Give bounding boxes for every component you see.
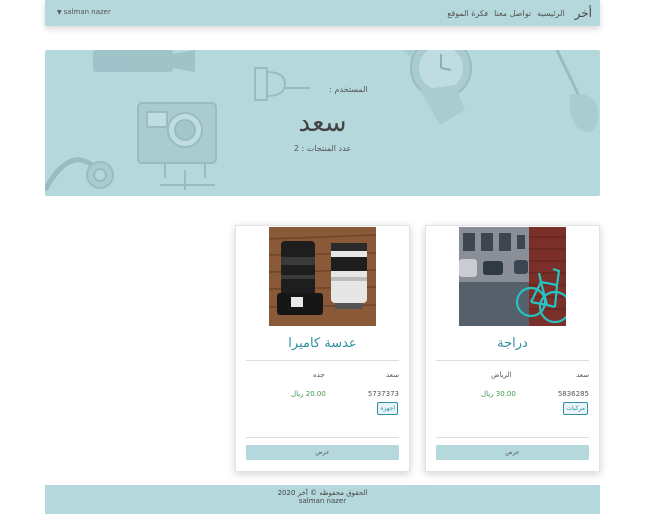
product-phone: 5836285 — [557, 390, 589, 398]
product-title[interactable]: دراجة — [426, 336, 599, 351]
card-divider — [436, 360, 589, 361]
product-card: دراجة سعد الرياض 5836285 30.00 ريال مركب… — [425, 225, 600, 472]
footer-copyright: الحقوق محفوظه © آخر 2020 — [277, 489, 368, 497]
category-badge[interactable]: اجهزه — [377, 402, 398, 415]
nav-link-home[interactable]: الرئيسيه — [537, 9, 565, 18]
product-image-bicycle[interactable] — [459, 227, 566, 326]
brand-logo[interactable]: أخر — [575, 6, 592, 20]
card-divider — [436, 437, 589, 438]
user-label: المستخدم : — [329, 85, 368, 94]
user-profile-banner: المستخدم : سعد عدد المنتجات : 2 — [45, 50, 600, 196]
product-owner: سعد — [576, 371, 589, 379]
user-name-heading: سعد — [298, 108, 347, 138]
nav-link-contact[interactable]: تواصل معنا — [494, 9, 531, 18]
product-city: جده — [313, 371, 325, 379]
footer: الحقوق محفوظه © آخر 2020 salman nazer — [45, 485, 600, 514]
card-divider — [246, 437, 399, 438]
caret-down-icon: ▼ — [57, 9, 62, 16]
product-card: عدسة كاميرا سعد جده 5737373 20.00 ريال ا… — [235, 225, 410, 472]
footer-author: salman nazer — [298, 497, 347, 505]
product-owner: سعد — [386, 371, 399, 379]
product-price: 30.00 ريال — [481, 390, 516, 398]
product-price: 20.00 ريال — [291, 390, 326, 398]
product-image-camera-lens[interactable] — [269, 227, 376, 326]
products-count: عدد المنتجات : 2 — [293, 144, 352, 153]
category-badge[interactable]: مركبات — [563, 402, 588, 415]
view-product-button[interactable]: عرض — [246, 445, 399, 460]
product-city: الرياض — [491, 371, 512, 379]
navbar: أخر الرئيسيه تواصل معنا فكرة الموقع ▼ sal… — [45, 0, 600, 26]
nav-link-about[interactable]: فكرة الموقع — [447, 9, 488, 18]
product-phone: 5737373 — [367, 390, 399, 398]
view-product-button[interactable]: عرض — [436, 445, 589, 460]
user-name: salman nazer — [63, 8, 111, 16]
card-divider — [246, 360, 399, 361]
user-menu-dropdown[interactable]: ▼ salman nazer — [57, 8, 111, 16]
product-title[interactable]: عدسة كاميرا — [236, 336, 409, 351]
